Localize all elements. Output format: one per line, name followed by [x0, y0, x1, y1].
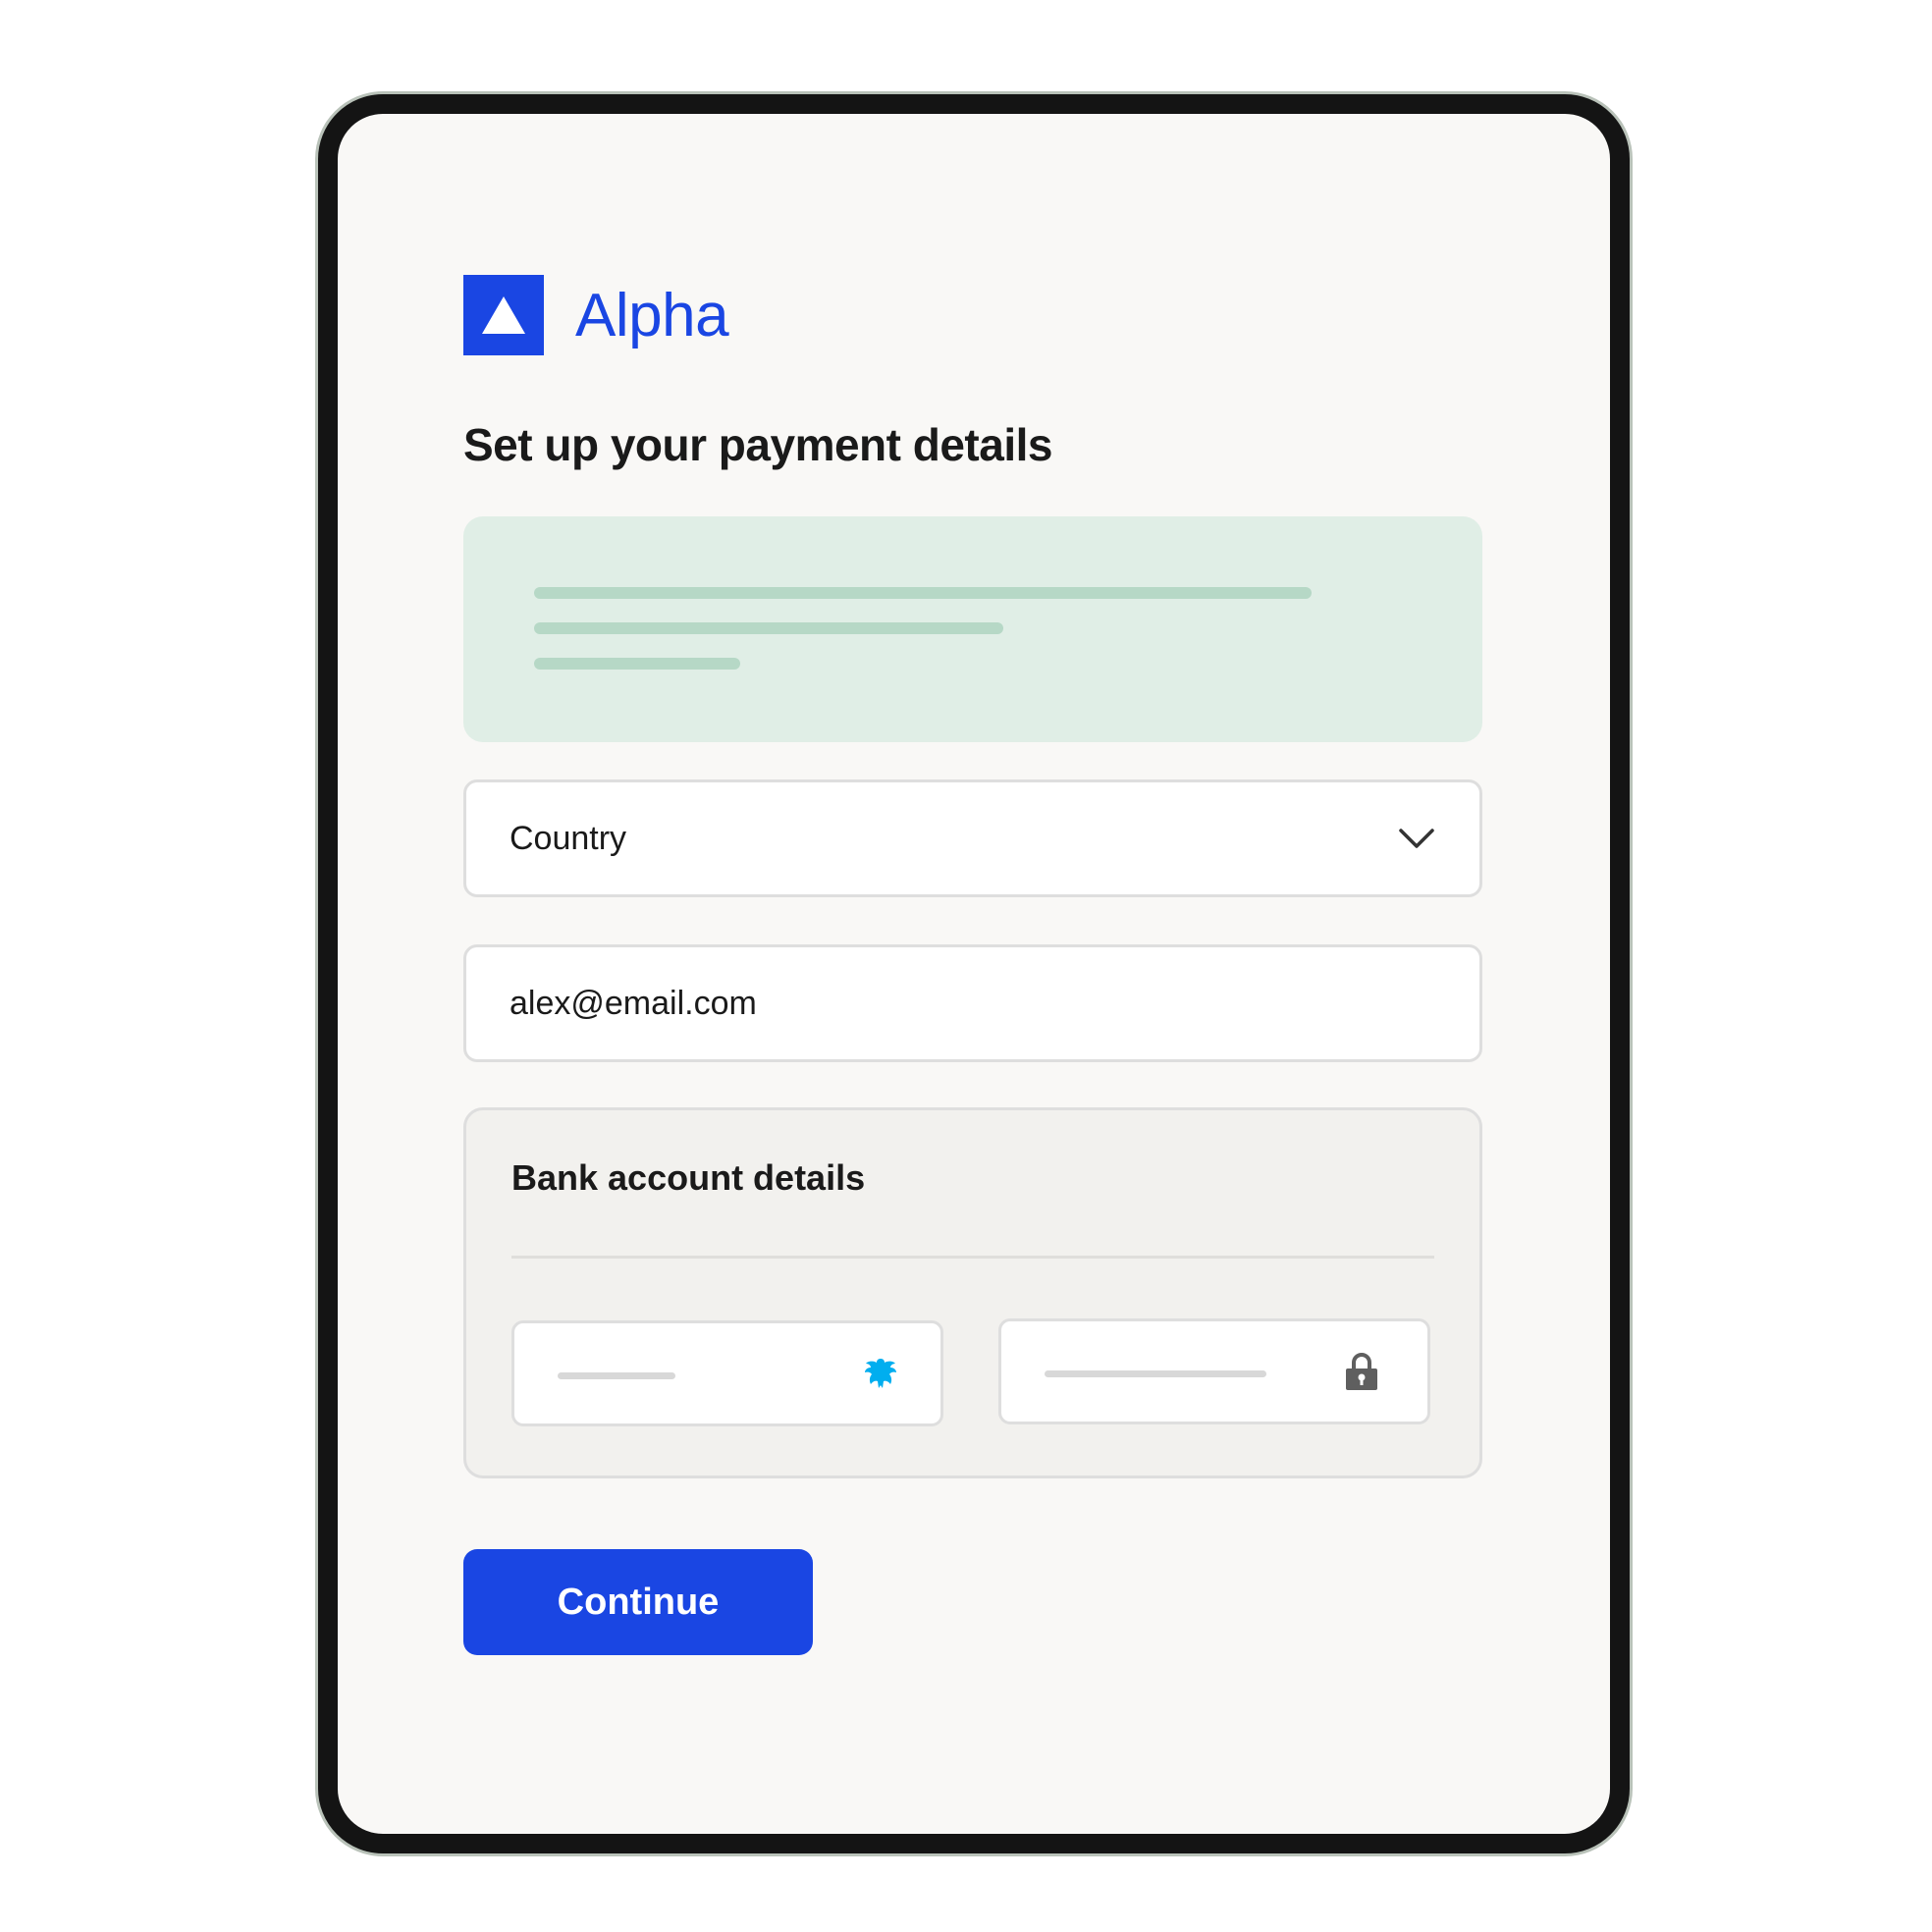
bank-account-card: Bank account details: [463, 1107, 1482, 1478]
country-select-label: Country: [510, 819, 627, 857]
page-title: Set up your payment details: [463, 419, 1052, 470]
brand-header: Alpha: [463, 275, 729, 355]
country-select[interactable]: Country: [463, 779, 1482, 897]
payment-setup-screen: Alpha Set up your payment details Countr…: [338, 114, 1610, 1834]
lock-icon: [1346, 1353, 1377, 1390]
chevron-down-icon: [1399, 829, 1434, 848]
email-field-value: alex@email.com: [510, 984, 757, 1022]
tablet-frame: Alpha Set up your payment details Countr…: [318, 94, 1630, 1853]
bank-account-title: Bank account details: [511, 1157, 866, 1198]
account-number-placeholder-line: [1045, 1370, 1266, 1377]
account-number-input[interactable]: [998, 1318, 1430, 1424]
brand-name: Alpha: [575, 281, 729, 349]
triangle-icon: [482, 296, 525, 334]
brand-logo: [463, 275, 544, 355]
info-banner-line: [534, 658, 740, 670]
divider: [511, 1256, 1434, 1259]
bank-eagle-icon: [865, 1359, 896, 1388]
continue-button[interactable]: Continue: [463, 1549, 813, 1655]
sort-code-input[interactable]: [511, 1320, 943, 1426]
info-banner-line: [534, 622, 1003, 634]
sort-code-placeholder-line: [558, 1372, 675, 1379]
info-banner-line: [534, 587, 1312, 599]
info-banner: [463, 516, 1482, 742]
email-field[interactable]: alex@email.com: [463, 944, 1482, 1062]
